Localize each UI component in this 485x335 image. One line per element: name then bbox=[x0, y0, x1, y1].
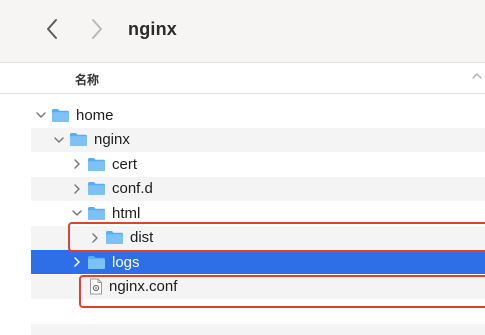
tree-item-label: conf.d bbox=[112, 180, 153, 197]
tree-row-dist[interactable]: dist bbox=[31, 225, 485, 250]
chevron-right-icon[interactable] bbox=[89, 232, 101, 244]
folder-icon bbox=[87, 181, 106, 196]
tree-row-conf[interactable]: nginx.conf bbox=[31, 274, 485, 299]
tree-item-label: dist bbox=[130, 229, 154, 246]
forward-button[interactable] bbox=[84, 14, 108, 44]
column-header-name[interactable]: 名称 bbox=[0, 63, 485, 94]
tree-item-label: nginx bbox=[94, 131, 130, 148]
tree-row-logs[interactable]: logs bbox=[31, 250, 485, 274]
chevron-right-icon bbox=[92, 19, 102, 39]
chevron-up-icon bbox=[471, 70, 483, 82]
tree-row-home[interactable]: home bbox=[31, 103, 485, 127]
folder-icon bbox=[51, 108, 70, 123]
chevron-down-icon[interactable] bbox=[71, 207, 83, 219]
folder-icon bbox=[105, 230, 124, 245]
chevron-right-icon[interactable] bbox=[71, 183, 83, 195]
folder-icon bbox=[87, 206, 106, 221]
empty-row bbox=[31, 324, 485, 335]
back-button[interactable] bbox=[41, 14, 65, 44]
folder-icon bbox=[69, 132, 88, 147]
chevron-right-icon[interactable] bbox=[71, 256, 83, 268]
config-file-icon bbox=[89, 278, 103, 295]
tree-row-confd[interactable]: conf.d bbox=[31, 176, 485, 201]
folder-icon bbox=[87, 255, 106, 270]
tree-item-label: cert bbox=[112, 155, 138, 173]
tree-row-nginx[interactable]: nginx bbox=[31, 127, 485, 152]
finder-toolbar: nginx bbox=[0, 0, 485, 63]
chevron-down-icon[interactable] bbox=[53, 134, 65, 146]
tree-item-label: html bbox=[112, 204, 141, 222]
folder-icon bbox=[87, 157, 106, 172]
window-title: nginx bbox=[128, 19, 177, 39]
chevron-down-icon[interactable] bbox=[35, 109, 47, 121]
tree-row-html[interactable]: html bbox=[31, 201, 485, 225]
column-name-label: 名称 bbox=[75, 73, 100, 87]
tree-item-label: home bbox=[76, 106, 114, 124]
chevron-left-icon bbox=[47, 19, 57, 39]
chevron-right-icon[interactable] bbox=[71, 158, 83, 170]
tree-row-cert[interactable]: cert bbox=[31, 152, 485, 176]
tree-item-label: logs bbox=[112, 253, 140, 271]
tree-item-label: nginx.conf bbox=[109, 278, 178, 295]
